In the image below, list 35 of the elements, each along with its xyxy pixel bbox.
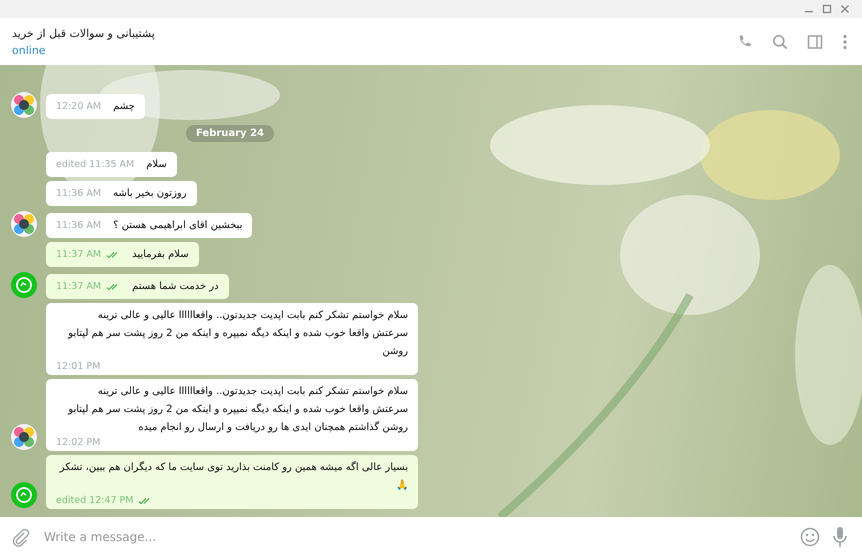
chat-status: online [12,44,47,56]
message-time: 12:20 AM [56,101,102,112]
message-time: edited 12:47 PM [56,495,134,506]
paperclip-icon[interactable] [10,527,30,547]
more-menu-icon[interactable] [842,34,848,50]
avatar-icon[interactable] [10,423,38,451]
avatar-icon[interactable] [10,210,38,238]
search-icon[interactable] [772,34,788,50]
message-text: روزتون بخیر باشه [113,187,187,201]
close-icon[interactable] [840,4,850,14]
message-text: سرعتش واقعا خوب شده و اینکه دیگه نمیپره و اینکه من 2 روز پشت سر هم لپتابو روشن [66,326,408,359]
message-bubble[interactable] [46,379,418,451]
message-time: edited 11:35 AM [56,159,134,170]
date-separator: February 24 [186,125,274,142]
sidebar-toggle-icon[interactable] [807,34,823,50]
message-text: در خدمت شما هستم [132,280,219,294]
chat-title: پشتیبانی و سوالات قبل از خرید [12,26,155,40]
message-text: ببخشین اقای ابراهیمی هستن ؟ [113,219,242,233]
message-text: سلام خواستم تشکر کنم بابت اپدیت جدیدتون.. واقعاااااا عالیی و عالی ترینه [96,309,408,323]
message-time: 12:02 PM [56,437,100,448]
message-time: 11:36 AM [56,220,102,231]
emoji-icon[interactable] [800,527,820,547]
message-text: چشم [113,100,135,114]
message-text: سلام خواستم تشکر کنم بابت اپدیت جدیدتون.. واقعاااااا عالیی و عالی ترینه [96,385,408,399]
message-text: بسیار عالی اگه میشه همین رو کامنت بذارید توی سایت ما که دیگران هم ببین، تشکر 🙏 [58,460,408,493]
message-time: 11:36 AM [56,188,102,199]
message-time: 12:01 PM [56,361,100,372]
message-text: سلام [146,158,167,172]
avatar-icon[interactable] [10,91,38,119]
microphone-icon[interactable] [832,526,848,548]
message-text: سرعتش واقعا خوب شده و اینکه دیگه نمیپره و اینکه من 2 روز پشت سر هم لپتابو روشن گذاشتم همچنان ایدی ها رو دریافت و ارسال رو انجام میده [66,402,408,435]
message-text: سلام بفرمایید [132,248,189,262]
maximize-icon[interactable] [822,4,832,14]
message-time: 11:37 AM [56,281,102,292]
message-time: 11:37 AM [56,249,102,260]
